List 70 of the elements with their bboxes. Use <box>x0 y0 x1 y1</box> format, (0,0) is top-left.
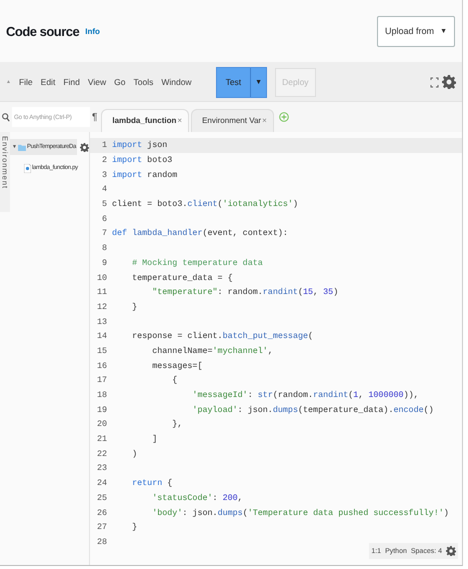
code-line: import boto3 <box>111 155 172 166</box>
pilcrow-button[interactable]: ¶ <box>92 112 98 122</box>
line-number: 3 <box>100 170 108 180</box>
code-line: ] <box>151 434 158 444</box>
line-number: 13 <box>96 316 108 327</box>
info-link[interactable]: Info <box>85 26 100 36</box>
search-icon <box>2 112 10 122</box>
folder-icon <box>18 144 26 150</box>
line-number: 21 <box>96 434 108 444</box>
line-number: 6 <box>100 214 108 224</box>
menu-item[interactable]: Tools <box>133 77 154 87</box>
code-line: "temperature": random.randint(15, 35) <box>151 287 338 298</box>
code-line: ) <box>131 448 138 459</box>
line-number: 25 <box>96 492 108 503</box>
code-line: return { <box>131 478 172 488</box>
code-line: 'payload': json.dumps(temperature_data).encode() <box>191 404 434 415</box>
code-line: response = client.batch_put_message( <box>131 331 314 342</box>
line-number: 12 <box>96 302 108 312</box>
menu-item[interactable]: View <box>88 77 106 87</box>
code-line: } <box>131 302 138 312</box>
line-number: 22 <box>96 448 108 459</box>
code-line: import json <box>111 140 168 150</box>
code-line: temperature_data = { <box>131 272 233 283</box>
line-number: 10 <box>96 272 108 283</box>
file-tab[interactable]: lambda_function× <box>101 108 190 132</box>
code-line: } <box>131 522 138 532</box>
section-title: Code source <box>6 24 80 38</box>
code-line: 'statusCode': 200, <box>151 492 243 503</box>
line-number: 7 <box>100 228 108 238</box>
code-line: client = boto3.client('iotanalytics') <box>111 199 298 210</box>
code-line: 'body': json.dumps('Temperature data pushed successfully!') <box>151 508 449 518</box>
menu-item[interactable]: Edit <box>40 77 56 87</box>
line-number: 8 <box>100 243 108 254</box>
line-number: 4 <box>100 184 108 194</box>
code-line: # Mocking temperature data <box>131 258 263 268</box>
line-number: 11 <box>96 287 108 298</box>
code-line: channelName='mychannel', <box>151 346 273 356</box>
line-number: 27 <box>96 522 108 532</box>
line-number: 17 <box>96 375 108 386</box>
line-number: 24 <box>96 478 108 488</box>
test-button[interactable]: Test <box>216 68 250 96</box>
line-number: 28 <box>96 536 108 547</box>
line-number: 18 <box>96 390 108 400</box>
line-number: 20 <box>96 419 108 430</box>
line-number: 16 <box>96 360 108 371</box>
code-line: 'messageId': str(random.randint(1, 1000000)), <box>191 390 419 400</box>
line-number: 9 <box>100 258 108 268</box>
code-line: messages=[ <box>151 360 202 371</box>
line-number: 23 <box>96 463 108 474</box>
code-line: import random <box>111 170 178 180</box>
menu-item[interactable]: Go <box>114 77 126 87</box>
line-number: 26 <box>96 508 108 518</box>
line-number: 14 <box>96 331 108 342</box>
menu-item[interactable]: Window <box>161 77 192 87</box>
menu-item[interactable]: Find <box>63 77 80 87</box>
settings-icon[interactable] <box>442 75 456 89</box>
file-tab[interactable]: Environment Var× <box>191 108 274 132</box>
line-number: 2 <box>100 155 108 166</box>
line-number: 5 <box>100 199 108 210</box>
code-line: { <box>171 375 178 386</box>
line-number: 1 <box>100 140 108 150</box>
line-number: 19 <box>96 404 108 415</box>
line-number: 15 <box>96 346 108 356</box>
fullscreen-icon[interactable] <box>430 76 439 88</box>
python-file-icon <box>24 164 31 172</box>
menu-item[interactable]: File <box>18 77 33 87</box>
folder-settings-icon[interactable] <box>80 142 90 152</box>
code-line: def lambda_handler(event, context): <box>111 228 288 238</box>
code-line: }, <box>171 419 182 430</box>
editor-settings-icon[interactable] <box>446 546 456 556</box>
